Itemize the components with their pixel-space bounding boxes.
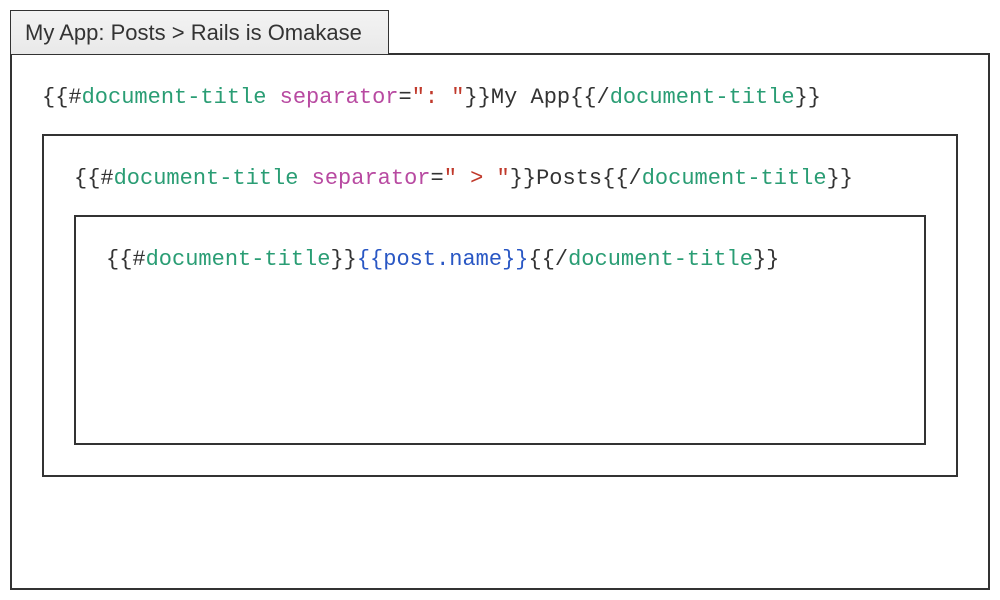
close-brace: {{/ (529, 247, 569, 272)
close-end-brace: }} (795, 85, 821, 110)
close-brace: {{/ (570, 85, 610, 110)
attr-name: separator (280, 85, 399, 110)
expr-body: post.name (383, 247, 502, 272)
expr-open: {{ (357, 247, 383, 272)
close-open-brace: }} (465, 85, 491, 110)
close-brace: {{/ (602, 166, 642, 191)
tag-name: document-title (146, 247, 331, 272)
close-tag-name: document-title (568, 247, 753, 272)
equals: = (430, 166, 443, 191)
close-tag-name: document-title (642, 166, 827, 191)
space (266, 85, 279, 110)
tag-name: document-title (114, 166, 299, 191)
attr-value: " > " (444, 166, 510, 191)
close-end-brace: }} (827, 166, 853, 191)
nested-box-2: {{#document-title}}{{post.name}}{{/docum… (74, 215, 926, 445)
browser-tab[interactable]: My App: Posts > Rails is Omakase (10, 10, 389, 54)
open-brace: {{# (74, 166, 114, 191)
content-window: {{#document-title separator=": "}}My App… (10, 53, 990, 590)
attr-value: ": " (412, 85, 465, 110)
close-open-brace: }} (330, 247, 356, 272)
equals: = (398, 85, 411, 110)
open-brace: {{# (106, 247, 146, 272)
content-text: Posts (536, 166, 602, 191)
code-line-3: {{#document-title}}{{post.name}}{{/docum… (106, 247, 894, 272)
expr-close: }} (502, 247, 528, 272)
code-line-2: {{#document-title separator=" > "}}Posts… (74, 166, 926, 191)
nested-box-1: {{#document-title separator=" > "}}Posts… (42, 134, 958, 477)
open-brace: {{# (42, 85, 82, 110)
close-tag-name: document-title (610, 85, 795, 110)
content-text: My App (491, 85, 570, 110)
space (298, 166, 311, 191)
tab-title: My App: Posts > Rails is Omakase (25, 20, 362, 46)
tag-name: document-title (82, 85, 267, 110)
attr-name: separator (312, 166, 431, 191)
code-line-1: {{#document-title separator=": "}}My App… (42, 85, 958, 110)
close-open-brace: }} (510, 166, 536, 191)
close-end-brace: }} (753, 247, 779, 272)
